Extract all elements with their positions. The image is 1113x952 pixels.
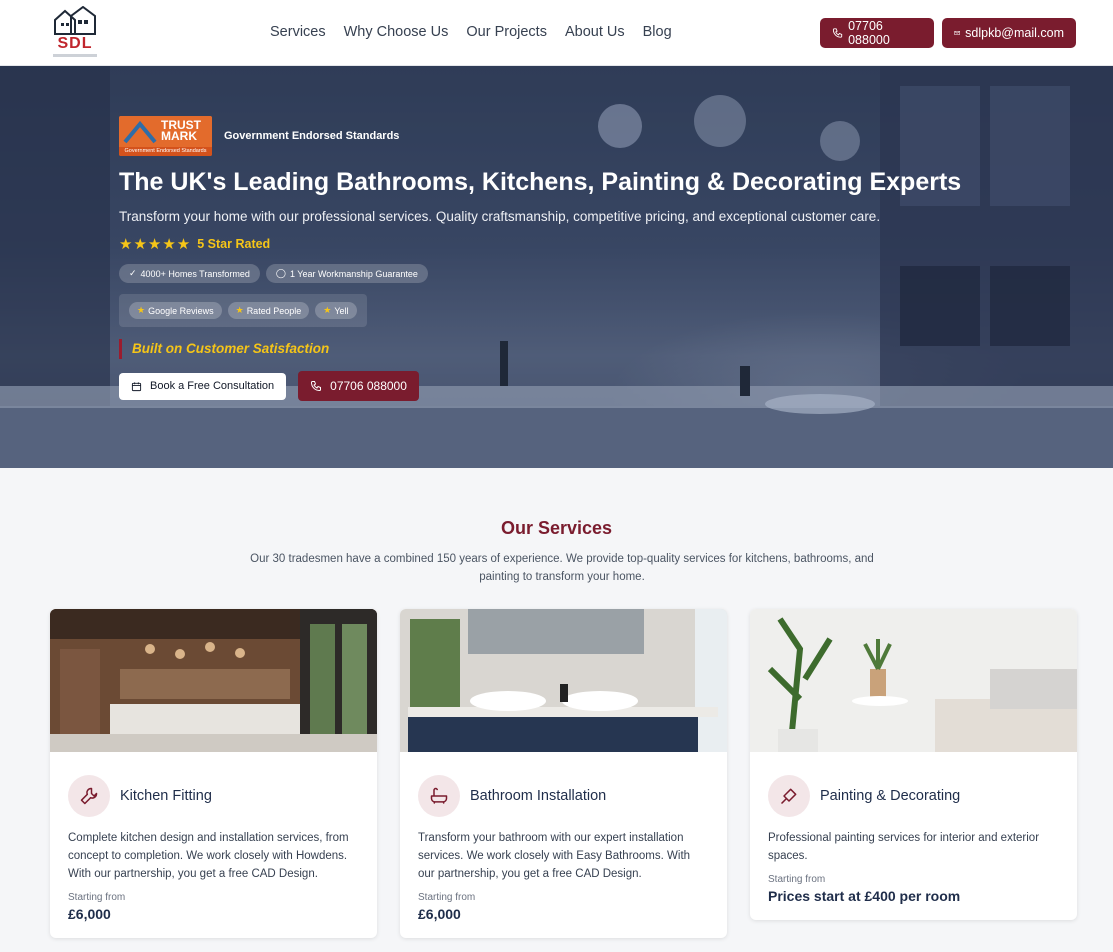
wrench-icon <box>80 787 98 805</box>
hero-subtitle: Transform your home with our professiona… <box>119 209 881 224</box>
bathroom-image <box>400 609 727 752</box>
check-icon: ✓ <box>129 268 137 278</box>
card-text: Transform your bathroom with our expert … <box>418 832 691 880</box>
mail-icon <box>954 30 960 36</box>
phone-icon <box>311 381 322 392</box>
badge-homes: ✓ 4000+ Homes Transformed <box>119 264 260 283</box>
services-description: Our 30 tradesmen have a combined 150 yea… <box>250 553 874 583</box>
hero-badges: ✓ 4000+ Homes Transformed ◯ 1 Year Workm… <box>119 264 1069 283</box>
header-email-button[interactable]: sdlpkb@mail.com <box>942 18 1076 48</box>
badge-homes-label: 4000+ Homes Transformed <box>140 268 250 279</box>
card-text: Complete kitchen design and installation… <box>68 832 349 880</box>
trustmark-logo[interactable]: TRUST MARK Government Endorsed Standards <box>119 116 212 156</box>
hero-slogan: Built on Customer Satisfaction <box>119 339 1069 359</box>
card-price: Prices start at £400 per room <box>768 888 961 904</box>
icon-circle <box>768 775 810 817</box>
review-rated-people[interactable]: ★ Rated People <box>227 302 310 319</box>
paintbrush-icon <box>780 788 797 805</box>
house-logo-icon <box>54 6 96 35</box>
card-header: Bathroom Installation <box>418 775 709 817</box>
book-consultation-label: Book a Free Consultation <box>150 380 275 392</box>
hero-phone-label: 07706 088000 <box>330 379 407 393</box>
starting-from-label: Starting from <box>68 892 126 903</box>
starting-from-label: Starting from <box>418 892 476 903</box>
card-header: Kitchen Fitting <box>68 775 359 817</box>
nav-why-choose-us[interactable]: Why Choose Us <box>344 24 449 40</box>
card-price: £6,000 <box>418 906 461 922</box>
card-body: Painting & Decorating Professional paint… <box>750 757 1077 920</box>
star-icon: ★ <box>323 305 332 315</box>
header-phone-label: 07706 088000 <box>848 19 890 47</box>
nav-about-us[interactable]: About Us <box>565 24 625 40</box>
card-text: Professional painting services for inter… <box>768 832 1040 862</box>
phone-icon <box>832 28 843 38</box>
services-section: Our Services Our 30 tradesmen have a com… <box>0 468 1113 952</box>
trustmark-word: TRUST MARK <box>161 118 201 143</box>
painting-image <box>750 609 1077 753</box>
logo-text: SDL <box>57 35 93 52</box>
trust-label: Government Endorsed Standards <box>224 130 400 142</box>
hero-cta-row: Book a Free Consultation 07706 088000 <box>119 371 1069 401</box>
card-header: Painting & Decorating <box>768 775 1059 817</box>
kitchen-image <box>50 609 377 752</box>
sdl-logo[interactable]: SDL <box>50 6 100 60</box>
card-body: Bathroom Installation Transform your bat… <box>400 757 727 938</box>
hero-title: The UK's Leading Bathrooms, Kitchens, Pa… <box>119 168 962 196</box>
star-icon: ★ <box>235 305 244 315</box>
hero-content: TRUST MARK Government Endorsed Standards… <box>119 116 1069 401</box>
shield-icon: ◯ <box>275 268 286 278</box>
service-card-kitchen[interactable]: Kitchen Fitting Complete kitchen design … <box>50 609 377 938</box>
starting-from-label: Starting from <box>768 874 826 885</box>
review-yell-label: Yell <box>334 305 349 316</box>
card-price: £6,000 <box>68 906 111 922</box>
site-header: SDL Services Why Choose Us Our Projects … <box>0 0 1113 66</box>
rating-row: ★★★★★ 5 Star Rated <box>119 235 1069 253</box>
review-yell[interactable]: ★ Yell <box>315 302 357 319</box>
trustmark-row: TRUST MARK Government Endorsed Standards… <box>119 116 1069 156</box>
hero-phone-button[interactable]: 07706 088000 <box>298 371 419 401</box>
card-title: Kitchen Fitting <box>120 788 212 804</box>
card-title: Bathroom Installation <box>470 788 607 804</box>
star-rating-icon: ★★★★★ <box>119 236 192 253</box>
review-rated-people-label: Rated People <box>246 305 302 316</box>
main-nav: Services Why Choose Us Our Projects Abou… <box>270 24 672 40</box>
calendar-icon <box>131 381 142 391</box>
review-platforms: ★ Google Reviews ★ Rated People ★ Yell <box>119 294 367 327</box>
logo-tagline <box>53 54 97 57</box>
nav-services[interactable]: Services <box>270 24 326 40</box>
card-title: Painting & Decorating <box>820 788 961 804</box>
nav-our-projects[interactable]: Our Projects <box>466 24 547 40</box>
bathtub-icon <box>430 787 448 804</box>
icon-circle <box>418 775 460 817</box>
badge-guarantee-label: 1 Year Workmanship Guarantee <box>289 268 418 279</box>
badge-guarantee: ◯ 1 Year Workmanship Guarantee <box>265 264 428 283</box>
card-body: Kitchen Fitting Complete kitchen design … <box>50 757 377 938</box>
hero-section: TRUST MARK Government Endorsed Standards… <box>0 66 1113 468</box>
nav-blog[interactable]: Blog <box>643 24 672 40</box>
review-google[interactable]: ★ Google Reviews <box>129 302 222 319</box>
icon-circle <box>68 775 110 817</box>
service-card-bathroom[interactable]: Bathroom Installation Transform your bat… <box>400 609 727 938</box>
header-phone-button[interactable]: 07706 088000 <box>820 18 934 48</box>
review-google-label: Google Reviews <box>148 305 214 316</box>
rating-label: 5 Star Rated <box>197 237 271 251</box>
service-card-painting[interactable]: Painting & Decorating Professional paint… <box>750 609 1077 920</box>
trustmark-bar-text: Government Endorsed Standards <box>119 147 212 156</box>
header-email-label: sdlpkb@mail.com <box>965 26 1064 40</box>
book-consultation-button[interactable]: Book a Free Consultation <box>119 372 287 400</box>
services-title: Our Services <box>500 518 613 538</box>
star-icon: ★ <box>137 305 146 315</box>
roof-icon <box>123 120 157 144</box>
